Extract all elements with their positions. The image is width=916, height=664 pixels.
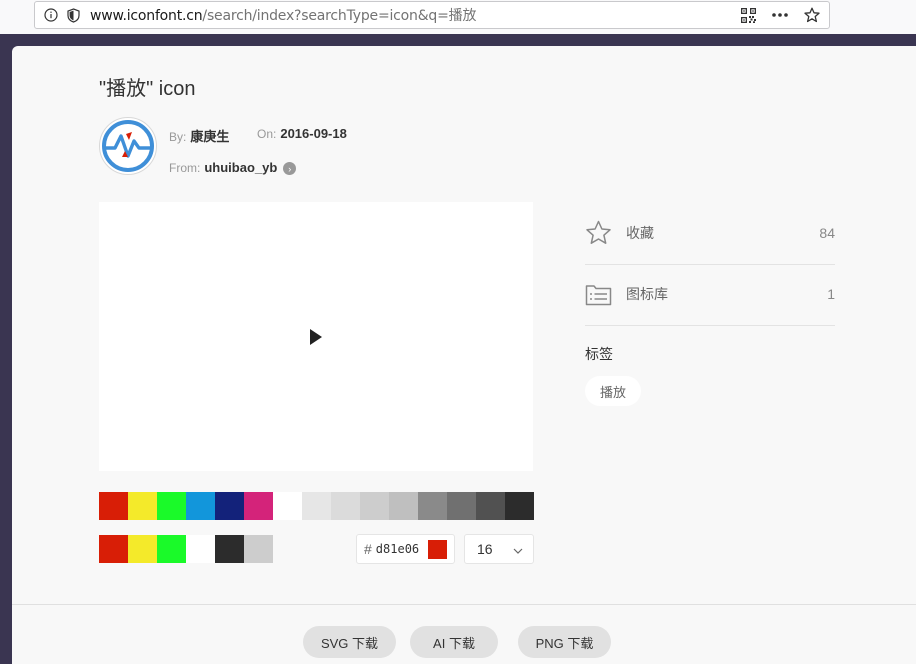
- color-swatch[interactable]: [128, 492, 157, 520]
- size-select[interactable]: 16: [464, 534, 534, 564]
- url-path: /search/index?searchType=icon&q=播放: [202, 8, 477, 24]
- svg-download-button[interactable]: SVG 下载: [303, 626, 396, 658]
- color-swatch[interactable]: [128, 535, 157, 563]
- color-swatch[interactable]: [244, 492, 273, 520]
- address-bar[interactable]: www.iconfont.cn/search/index?searchType=…: [34, 1, 830, 29]
- icon-preview: [99, 202, 533, 471]
- hash-label: #: [364, 541, 372, 557]
- star-outline-icon[interactable]: [585, 220, 613, 246]
- collect-label: 收藏: [626, 225, 654, 241]
- shield-icon[interactable]: [62, 7, 84, 23]
- color-swatch[interactable]: [331, 492, 360, 520]
- hex-input[interactable]: [375, 542, 420, 556]
- arrow-right-icon[interactable]: ›: [283, 162, 297, 176]
- footer-divider: [12, 604, 916, 605]
- date-meta: On: 2016-09-18: [257, 126, 347, 141]
- from-label: From:: [169, 161, 201, 175]
- color-chip[interactable]: [427, 539, 447, 559]
- png-download-button[interactable]: PNG 下载: [518, 626, 611, 658]
- tag-item[interactable]: 播放: [585, 376, 642, 406]
- color-swatch[interactable]: [505, 492, 534, 520]
- info-icon[interactable]: [40, 8, 62, 22]
- color-swatch[interactable]: [273, 492, 302, 520]
- color-swatch[interactable]: [476, 492, 505, 520]
- color-swatch[interactable]: [186, 492, 215, 520]
- color-hex-field[interactable]: #: [356, 534, 455, 564]
- play-icon: [310, 328, 322, 345]
- color-swatch[interactable]: [215, 535, 244, 563]
- color-swatch[interactable]: [215, 492, 244, 520]
- color-swatch[interactable]: [244, 535, 273, 563]
- url-text: www.iconfont.cn/search/index?searchType=…: [90, 5, 476, 25]
- page-title: "播放" icon: [99, 78, 196, 100]
- tags-title: 标签: [585, 346, 613, 362]
- color-swatch[interactable]: [186, 535, 215, 563]
- color-swatch[interactable]: [302, 492, 331, 520]
- author-name[interactable]: 康庚生: [190, 129, 229, 144]
- library-meta: From: uhuibao_yb ›: [169, 160, 297, 176]
- color-swatch[interactable]: [360, 492, 389, 520]
- folder-list-icon[interactable]: [585, 283, 613, 306]
- upload-date: 2016-09-18: [280, 126, 347, 141]
- more-actions-icon[interactable]: [767, 4, 793, 26]
- color-swatch[interactable]: [157, 535, 186, 563]
- library-link[interactable]: uhuibao_yb: [204, 160, 277, 175]
- ai-download-button[interactable]: AI 下载: [410, 626, 498, 658]
- color-swatch[interactable]: [447, 492, 476, 520]
- on-label: On:: [257, 127, 277, 141]
- color-swatch[interactable]: [418, 492, 447, 520]
- author-avatar[interactable]: [99, 117, 157, 175]
- qr-code-icon[interactable]: [735, 4, 761, 26]
- collect-stat[interactable]: 收藏 84: [585, 202, 835, 265]
- color-palette-row-2: [99, 535, 273, 563]
- color-swatch[interactable]: [389, 492, 418, 520]
- url-host: www.iconfont.cn: [90, 8, 203, 24]
- collect-count: 84: [819, 225, 835, 241]
- color-swatch[interactable]: [157, 492, 186, 520]
- color-swatch[interactable]: [99, 492, 128, 520]
- by-label: By:: [169, 130, 187, 144]
- library-count: 1: [827, 286, 835, 302]
- library-stat[interactable]: 图标库 1: [585, 263, 835, 326]
- browser-toolbar: www.iconfont.cn/search/index?searchType=…: [0, 0, 916, 34]
- icon-detail-modal: "播放" icon By: 康庚生 On: 2016-09-18 From: uhui…: [12, 46, 916, 664]
- color-swatch[interactable]: [99, 535, 128, 563]
- bookmark-star-icon[interactable]: [799, 4, 825, 26]
- author-meta: By: 康庚生: [169, 126, 229, 145]
- size-value: 16: [477, 541, 493, 557]
- color-palette-row-1: [99, 492, 534, 520]
- library-label: 图标库: [626, 286, 668, 302]
- chevron-down-icon: [513, 541, 523, 557]
